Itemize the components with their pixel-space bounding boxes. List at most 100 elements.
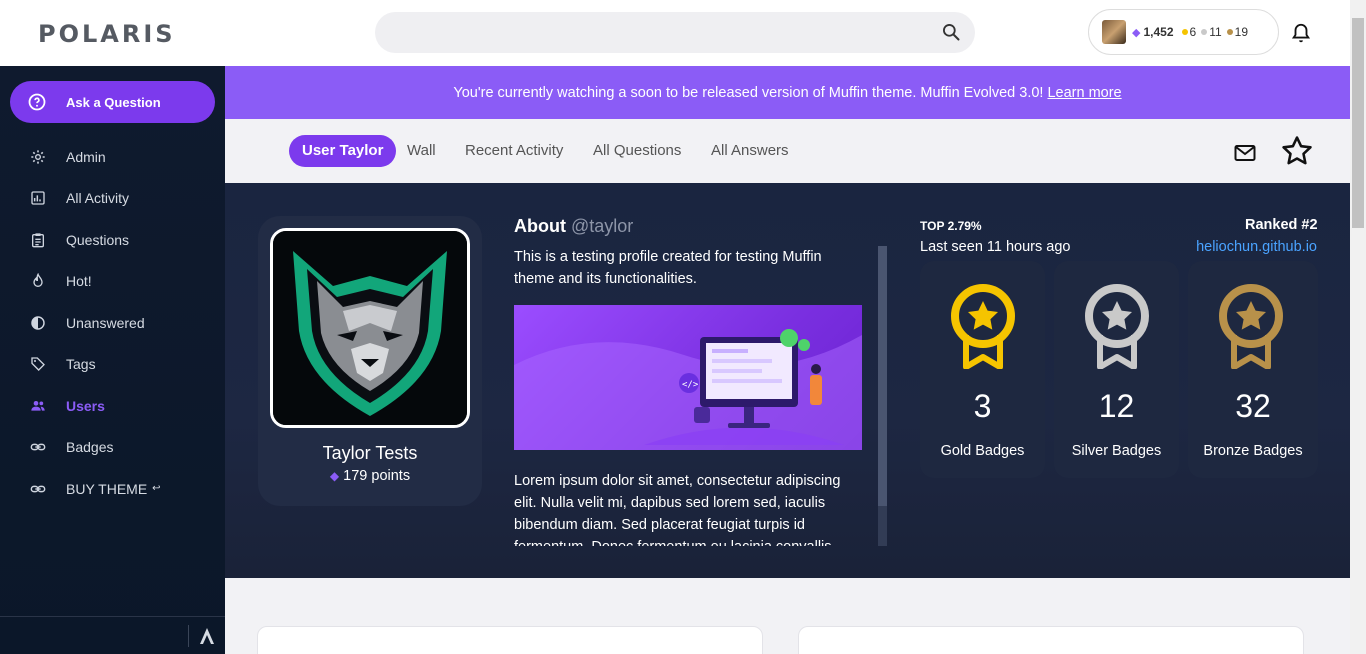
profile-avatar	[270, 228, 470, 428]
footer-vertical-divider	[188, 625, 189, 647]
ask-question-button[interactable]: Ask a Question	[10, 81, 215, 123]
external-link-icon: ↩	[152, 483, 161, 495]
points-value: 179 points	[343, 468, 411, 484]
bronze-badge-label: Bronze Badges	[1203, 443, 1303, 459]
gold-medal-icon	[951, 284, 1015, 369]
rank: Ranked #2	[1245, 217, 1318, 233]
content-card-left	[257, 626, 763, 654]
developer-illustration-icon: </>	[514, 329, 862, 450]
bronze-dot-icon	[1226, 29, 1233, 35]
learn-more-link[interactable]: Learn more	[1047, 85, 1121, 101]
about-lorem-text: Lorem ipsum dolor sit amet, consectetur …	[514, 473, 841, 546]
gold-count: 6	[1189, 25, 1197, 39]
tab-user-taylor[interactable]: User Taylor	[289, 135, 397, 167]
users-icon	[31, 400, 45, 411]
sidebar-nav: Admin All Activity Questions Hot! Unansw…	[0, 136, 225, 510]
about-scrollbar[interactable]	[878, 246, 887, 546]
about-text: This is a testing profile created for te…	[514, 249, 822, 287]
sidebar-item-badges[interactable]: Badges	[0, 427, 225, 469]
diamond-icon: ◆	[329, 469, 340, 483]
gold-dot-icon	[1181, 29, 1188, 35]
last-seen: Last seen 11 hours ago	[920, 239, 1071, 255]
silver-badge-count: 12	[1098, 388, 1135, 424]
sidebar-item-label: Admin	[66, 148, 106, 165]
diamond-icon: ◆	[1132, 26, 1141, 39]
profile-name: Taylor Tests	[322, 443, 418, 463]
silver-badge-card: 12 Silver Badges	[1054, 261, 1179, 478]
question-icon	[28, 93, 46, 111]
bronze-medal-icon	[1219, 284, 1283, 369]
top-header: POLARIS ◆ 1,452 6 11 19	[0, 0, 1350, 66]
tag-icon	[31, 357, 45, 372]
profile-section: Taylor Tests ◆ 179 points About @taylor …	[225, 183, 1350, 578]
silver-dot-icon	[1201, 29, 1208, 35]
sidebar-item-label: All Activity	[66, 190, 130, 207]
mail-icon[interactable]	[1234, 144, 1256, 162]
gold-badge-label: Gold Badges	[940, 443, 1025, 459]
link-icon	[30, 443, 46, 451]
search-icon[interactable]	[941, 22, 961, 42]
flame-icon	[33, 273, 43, 288]
sidebar-item-buy-theme[interactable]: BUY THEME ↩	[0, 468, 225, 510]
star-icon[interactable]	[1280, 134, 1314, 168]
website-link[interactable]: heliochun.github.io	[1190, 239, 1317, 255]
about-heading: About @taylor	[514, 216, 633, 237]
sidebar-item-label: Hot!	[66, 273, 92, 290]
sidebar-item-label: Users	[66, 397, 105, 414]
silver-count: 11	[1209, 25, 1222, 39]
reputation: 1,452	[1143, 25, 1174, 39]
sidebar-item-all-activity[interactable]: All Activity	[0, 178, 225, 220]
content-card-right	[798, 626, 1304, 654]
gold-badge-card: 3 Gold Badges	[920, 261, 1045, 478]
svg-text:</>: </>	[682, 380, 699, 390]
sidebar-item-hot[interactable]: Hot!	[0, 261, 225, 303]
announcement-banner: You're currently watching a soon to be r…	[225, 66, 1350, 119]
sidebar-item-label: BUY THEME	[66, 480, 148, 497]
bronze-badge-count: 32	[1235, 388, 1271, 424]
wolf-icon	[273, 231, 467, 425]
sidebar-item-label: Unanswered	[66, 314, 145, 331]
sidebar-item-label: Tags	[66, 356, 96, 373]
clipboard-icon	[32, 233, 44, 248]
bell-icon[interactable]	[1290, 21, 1312, 45]
site-logo[interactable]: POLARIS	[38, 20, 176, 48]
bronze-count: 19	[1234, 25, 1249, 39]
sidebar: Ask a Question Admin All Activity Questi…	[0, 66, 225, 654]
sidebar-item-label: Questions	[66, 231, 130, 248]
half-circle-icon	[31, 316, 45, 330]
page-scrollbar[interactable]	[1350, 0, 1366, 654]
silver-medal-icon	[1085, 284, 1149, 369]
profile-handle: @taylor	[571, 216, 634, 236]
profile-card: Taylor Tests ◆ 179 points	[258, 216, 482, 506]
silver-badge-label: Silver Badges	[1071, 443, 1162, 459]
tab-wall[interactable]: Wall	[407, 135, 436, 167]
activity-icon	[31, 191, 45, 205]
user-menu[interactable]: ◆ 1,452 6 11 19	[1088, 9, 1279, 55]
about-scrollbar-thumb[interactable]	[878, 246, 887, 506]
about-title: About	[514, 216, 566, 236]
profile-tabs: User Taylor Wall Recent Activity All Que…	[225, 119, 1350, 183]
scrollbar-thumb[interactable]	[1352, 18, 1364, 228]
gold-badge-count: 3	[973, 388, 992, 424]
tab-all-questions[interactable]: All Questions	[593, 135, 681, 167]
about-illustration: </>	[514, 305, 862, 450]
profile-points: ◆ 179 points	[258, 468, 482, 484]
tab-recent-activity[interactable]: Recent Activity	[465, 135, 563, 167]
search-input[interactable]	[375, 12, 975, 53]
theme-logo-icon[interactable]	[199, 627, 215, 645]
sidebar-footer-divider	[0, 616, 225, 617]
top-percent: TOP 2.79%	[920, 219, 982, 233]
bronze-badge-card: 32 Bronze Badges	[1188, 261, 1318, 478]
link-icon	[30, 485, 46, 493]
avatar	[1102, 20, 1126, 44]
sidebar-item-questions[interactable]: Questions	[0, 219, 225, 261]
sidebar-item-users[interactable]: Users	[0, 385, 225, 427]
ask-question-label: Ask a Question	[66, 94, 161, 110]
tab-all-answers[interactable]: All Answers	[711, 135, 789, 167]
banner-text: You're currently watching a soon to be r…	[453, 84, 1044, 101]
sidebar-item-unanswered[interactable]: Unanswered	[0, 302, 225, 344]
sidebar-item-admin[interactable]: Admin	[0, 136, 225, 178]
gear-icon	[31, 150, 45, 164]
sidebar-item-tags[interactable]: Tags	[0, 344, 225, 386]
sidebar-item-label: Badges	[66, 439, 114, 456]
